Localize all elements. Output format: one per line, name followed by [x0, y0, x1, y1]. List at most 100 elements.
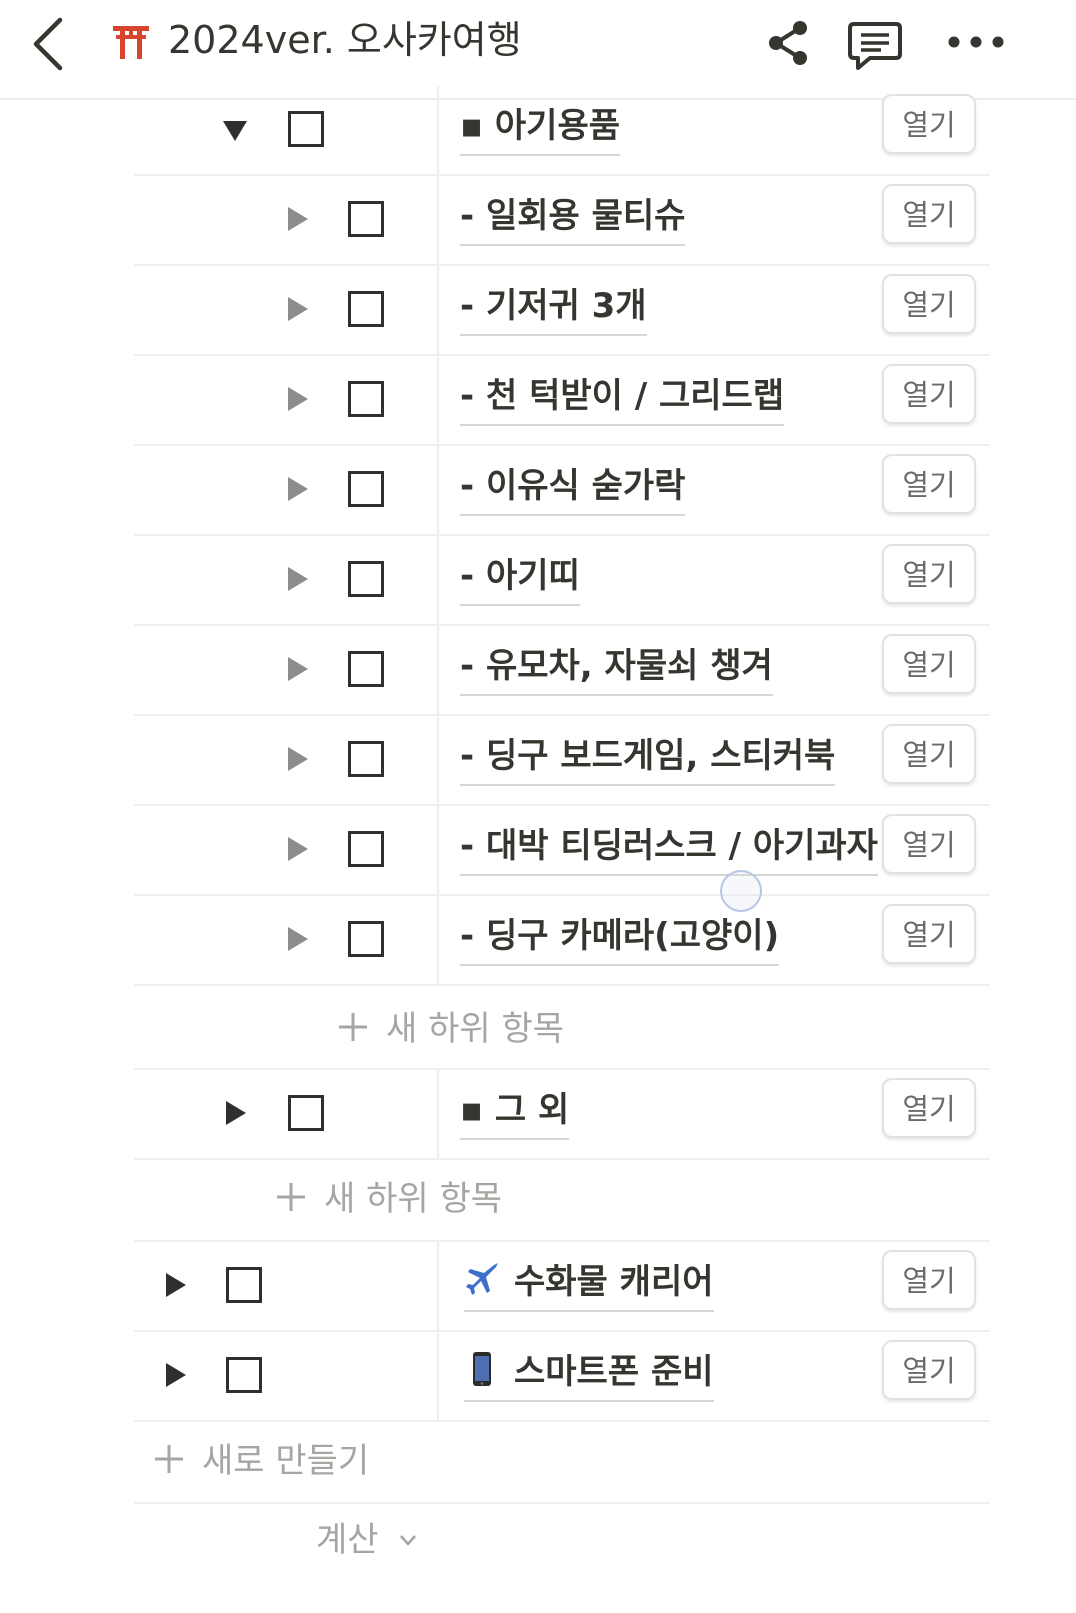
chevron-down-icon — [400, 1535, 417, 1546]
column-divider — [437, 1242, 439, 1330]
toggle-collapsed-icon[interactable] — [282, 204, 312, 234]
open-button[interactable]: 열기 — [882, 904, 976, 964]
add-subitem-button[interactable]: 새 하위 항목 — [274, 1160, 502, 1238]
open-button[interactable]: 열기 — [882, 724, 976, 784]
item-title[interactable]: 스마트폰 준비 — [464, 1346, 714, 1402]
list-row[interactable]: 수화물 캐리어 열기 — [134, 1242, 990, 1332]
toggle-collapsed-icon[interactable] — [160, 1360, 190, 1390]
checkbox[interactable] — [348, 741, 384, 777]
add-new-label: 새로 만들기 — [202, 1441, 370, 1481]
open-button[interactable]: 열기 — [882, 634, 976, 694]
checkbox[interactable] — [348, 651, 384, 687]
item-title[interactable]: - 일회용 물티슈 — [460, 190, 686, 246]
add-subitem-label: 새 하위 항목 — [324, 1179, 503, 1219]
item-title[interactable]: ▪ 그 외 — [460, 1084, 570, 1140]
calculate-dropdown[interactable]: 계산 — [316, 1512, 419, 1568]
open-button[interactable]: 열기 — [882, 544, 976, 604]
item-title[interactable]: - 유모차, 자물쇠 챙겨 — [460, 640, 773, 696]
list-row[interactable]: - 일회용 물티슈 열기 — [134, 176, 990, 266]
checkbox[interactable] — [348, 201, 384, 237]
open-button[interactable]: 열기 — [882, 364, 976, 424]
open-button[interactable]: 열기 — [882, 94, 976, 154]
toggle-collapsed-icon[interactable] — [282, 924, 312, 954]
open-button[interactable]: 열기 — [882, 1340, 976, 1400]
item-title-text: 스마트폰 준비 — [514, 1352, 714, 1392]
plus-icon — [277, 1183, 305, 1211]
column-divider — [437, 1332, 439, 1420]
open-button[interactable]: 열기 — [882, 1078, 976, 1138]
toggle-collapsed-icon[interactable] — [282, 564, 312, 594]
add-new-button[interactable]: 새로 만들기 — [152, 1422, 369, 1500]
checkbox[interactable] — [348, 291, 384, 327]
plus-icon — [339, 1013, 367, 1041]
column-divider — [437, 806, 439, 894]
item-title[interactable]: - 딩구 보드게임, 스티커북 — [460, 730, 836, 786]
top-bar: 2024ver. 오사카여행 — [0, 0, 1076, 100]
toggle-expanded-icon[interactable] — [220, 114, 250, 144]
open-button[interactable]: 열기 — [882, 1250, 976, 1310]
checkbox[interactable] — [348, 471, 384, 507]
column-divider — [437, 266, 439, 354]
list-row[interactable]: - 이유식 숟가락 열기 — [134, 446, 990, 536]
column-divider — [437, 536, 439, 624]
column-divider — [437, 176, 439, 264]
open-button[interactable]: 열기 — [882, 454, 976, 514]
list-row[interactable]: ▪ 그 외 열기 — [134, 1070, 990, 1160]
item-title[interactable]: - 천 턱받이 / 그리드랩 — [460, 370, 785, 426]
item-title[interactable]: - 기저귀 3개 — [460, 280, 647, 336]
column-divider — [437, 716, 439, 804]
add-subitem-label: 새 하위 항목 — [386, 1009, 565, 1049]
list-row[interactable]: - 대박 티딩러스크 / 아기과자 열기 — [134, 806, 990, 896]
airplane-icon — [466, 1263, 498, 1295]
item-title[interactable]: - 딩구 카메라(고양이) — [460, 910, 780, 966]
column-divider — [437, 356, 439, 444]
toggle-collapsed-icon[interactable] — [282, 294, 312, 324]
column-divider — [437, 896, 439, 984]
checkbox[interactable] — [226, 1357, 262, 1393]
item-title[interactable]: - 이유식 숟가락 — [460, 460, 686, 516]
item-title-text: 수화물 캐리어 — [514, 1262, 714, 1302]
list-row[interactable]: ▪ 아기용품 열기 — [134, 86, 990, 176]
toggle-collapsed-icon[interactable] — [160, 1270, 190, 1300]
toggle-collapsed-icon[interactable] — [282, 744, 312, 774]
checkbox[interactable] — [348, 561, 384, 597]
share-icon[interactable] — [764, 18, 812, 68]
add-subitem-button[interactable]: 새 하위 항목 — [336, 990, 564, 1068]
more-icon[interactable] — [946, 28, 1006, 56]
list-row[interactable]: - 딩구 보드게임, 스티커북 열기 — [134, 716, 990, 806]
open-button[interactable]: 열기 — [882, 184, 976, 244]
open-button[interactable]: 열기 — [882, 814, 976, 874]
torii-gate-icon — [113, 26, 149, 59]
list-row[interactable]: - 천 턱받이 / 그리드랩 열기 — [134, 356, 990, 446]
checkbox[interactable] — [288, 1095, 324, 1131]
calculate-label: 계산 — [316, 1520, 379, 1560]
toggle-collapsed-icon[interactable] — [282, 654, 312, 684]
list-row[interactable]: 스마트폰 준비 열기 — [134, 1332, 990, 1422]
checkbox[interactable] — [348, 381, 384, 417]
column-divider — [437, 1070, 439, 1158]
list-row[interactable]: - 유모차, 자물쇠 챙겨 열기 — [134, 626, 990, 716]
toggle-collapsed-icon[interactable] — [282, 834, 312, 864]
item-title[interactable]: - 대박 티딩러스크 / 아기과자 — [460, 820, 878, 876]
list-row[interactable]: - 기저귀 3개 열기 — [134, 266, 990, 356]
toggle-collapsed-icon[interactable] — [282, 474, 312, 504]
list-row[interactable]: - 아기띠 열기 — [134, 536, 990, 626]
comment-icon[interactable] — [846, 18, 904, 72]
open-button[interactable]: 열기 — [882, 274, 976, 334]
list-row[interactable]: - 딩구 카메라(고양이) 열기 — [134, 896, 990, 986]
checkbox[interactable] — [288, 111, 324, 147]
checkbox[interactable] — [348, 831, 384, 867]
back-icon[interactable] — [28, 14, 72, 74]
plus-icon — [155, 1445, 183, 1473]
item-title[interactable]: - 아기띠 — [460, 550, 580, 606]
item-title[interactable]: ▪ 아기용품 — [460, 100, 620, 156]
divider — [134, 1502, 990, 1504]
column-divider — [437, 86, 439, 174]
column-divider — [437, 626, 439, 714]
item-title[interactable]: 수화물 캐리어 — [464, 1256, 714, 1312]
checkbox[interactable] — [226, 1267, 262, 1303]
checkbox[interactable] — [348, 921, 384, 957]
column-divider — [437, 446, 439, 534]
toggle-collapsed-icon[interactable] — [220, 1098, 250, 1128]
toggle-collapsed-icon[interactable] — [282, 384, 312, 414]
